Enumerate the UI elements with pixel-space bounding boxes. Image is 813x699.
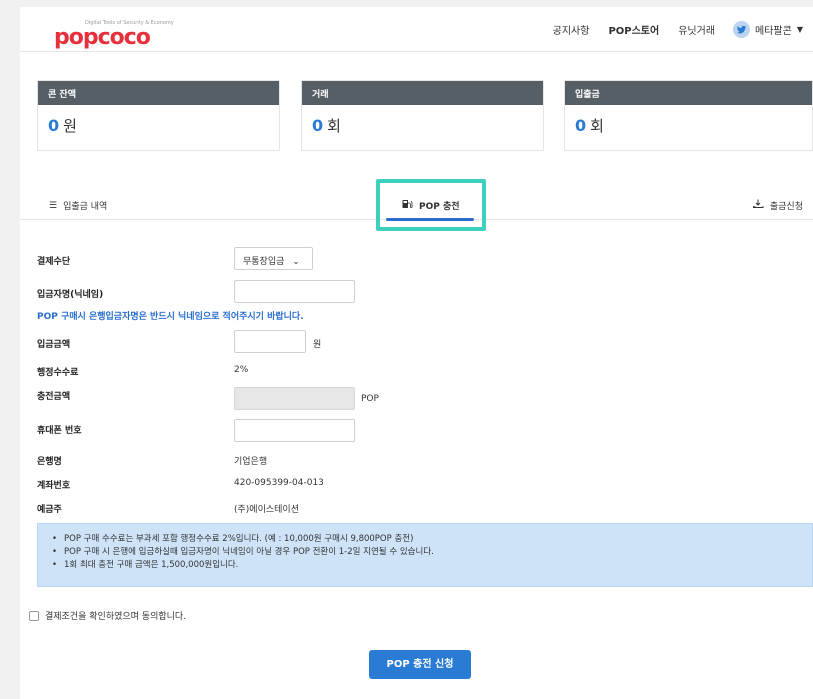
bird-icon bbox=[736, 25, 747, 34]
highlight-box bbox=[376, 179, 486, 231]
holder-label: 예금주 bbox=[37, 505, 62, 515]
chevron-down-icon: ⌄ bbox=[292, 257, 300, 267]
top-nav: 공지사항 POP스토어 유닛거래 메타팔콘 ▼ bbox=[534, 21, 803, 38]
list-icon: ☰ bbox=[49, 200, 58, 211]
top-header: Digital Tools of Security & Economy popc… bbox=[20, 7, 813, 52]
amount-label: 입금금액 bbox=[37, 340, 71, 350]
card-title: 입출금 bbox=[565, 81, 812, 105]
info-item: 1회 최대 충전 구매 금액은 1,500,000원입니다. bbox=[52, 559, 812, 572]
deposit-amount-input[interactable] bbox=[234, 330, 306, 353]
trade-card: 거래 0회 bbox=[301, 80, 544, 151]
tab-label: 입출금 내역 bbox=[63, 202, 108, 212]
tab-label: 출금신청 bbox=[769, 202, 803, 212]
agree-row[interactable]: 결제조건을 확인하였으며 동의합니다. bbox=[29, 609, 186, 622]
popcoco-logo[interactable]: Digital Tools of Security & Economy popc… bbox=[38, 15, 174, 50]
info-notice: POP 구매 수수료는 부과세 포함 행정수수료 2%입니다. (예 : 10,… bbox=[37, 523, 813, 587]
payment-method-select[interactable]: 무통장입금 ⌄ bbox=[234, 247, 313, 270]
nav-pop-store[interactable]: POP스토어 bbox=[608, 22, 659, 37]
depositor-label: 입금자명(닉네임) bbox=[37, 290, 104, 300]
agree-checkbox[interactable] bbox=[29, 610, 39, 621]
user-menu[interactable]: 메타팔콘 ▼ bbox=[733, 21, 803, 38]
nav-notice[interactable]: 공지사항 bbox=[553, 22, 590, 37]
phone-label: 휴대폰 번호 bbox=[37, 426, 82, 436]
card-value: 0 bbox=[48, 116, 60, 135]
nav-unit-trade[interactable]: 유닛거래 bbox=[678, 22, 715, 37]
card-unit: 회 bbox=[327, 117, 341, 135]
tab-withdraw[interactable]: 출금신청 bbox=[752, 199, 803, 212]
holder-value: (주)에이스테이션 bbox=[234, 505, 299, 515]
info-item: POP 구매 시 은행에 입금하실때 입금자명이 닉네임이 아닐 경우 POP … bbox=[52, 546, 812, 559]
tab-history[interactable]: ☰ 입출금 내역 bbox=[49, 199, 108, 213]
depositor-name-input[interactable] bbox=[234, 280, 355, 303]
card-value: 0 bbox=[312, 116, 324, 135]
account-value: 420-095399-04-013 bbox=[234, 478, 324, 488]
info-item: POP 구매 수수료는 부과세 포함 행정수수료 2%입니다. (예 : 10,… bbox=[52, 533, 812, 546]
bank-label: 은행명 bbox=[37, 457, 62, 467]
pop-charge-submit-button[interactable]: POP 충전 신청 bbox=[369, 650, 471, 679]
fee-label: 행정수수료 bbox=[37, 368, 79, 378]
deposit-withdraw-card: 입출금 0회 bbox=[564, 80, 813, 151]
card-title: 콘 잔액 bbox=[38, 81, 279, 105]
fee-value: 2% bbox=[234, 365, 249, 375]
payment-label: 결제수단 bbox=[37, 257, 71, 267]
page: Digital Tools of Security & Economy popc… bbox=[20, 7, 813, 699]
card-title: 거래 bbox=[302, 81, 543, 105]
user-name: 메타팔콘 bbox=[755, 26, 792, 37]
card-value: 0 bbox=[575, 116, 587, 135]
account-label: 계좌번호 bbox=[37, 481, 71, 491]
card-unit: 원 bbox=[63, 117, 77, 135]
amount-unit: 원 bbox=[313, 340, 322, 350]
avatar bbox=[733, 21, 751, 38]
charge-amount-field bbox=[234, 387, 355, 410]
withdraw-icon bbox=[752, 199, 764, 212]
balance-card: 콘 잔액 0원 bbox=[37, 80, 280, 151]
bank-value: 기업은행 bbox=[234, 457, 268, 467]
agree-label: 결제조건을 확인하였으며 동의합니다. bbox=[45, 612, 187, 622]
logo-wordmark: popcoco bbox=[54, 25, 151, 50]
card-unit: 회 bbox=[590, 117, 604, 135]
caret-down-icon: ▼ bbox=[796, 25, 803, 34]
charge-amount-label: 충전금액 bbox=[37, 392, 71, 402]
charge-unit: POP bbox=[361, 394, 379, 404]
phone-number-input[interactable] bbox=[234, 419, 355, 442]
payment-method-value: 무통장입금 bbox=[243, 257, 285, 267]
depositor-note: POP 구매시 은행입금자명은 반드시 닉네임으로 적어주시기 바랍니다. bbox=[37, 312, 304, 322]
